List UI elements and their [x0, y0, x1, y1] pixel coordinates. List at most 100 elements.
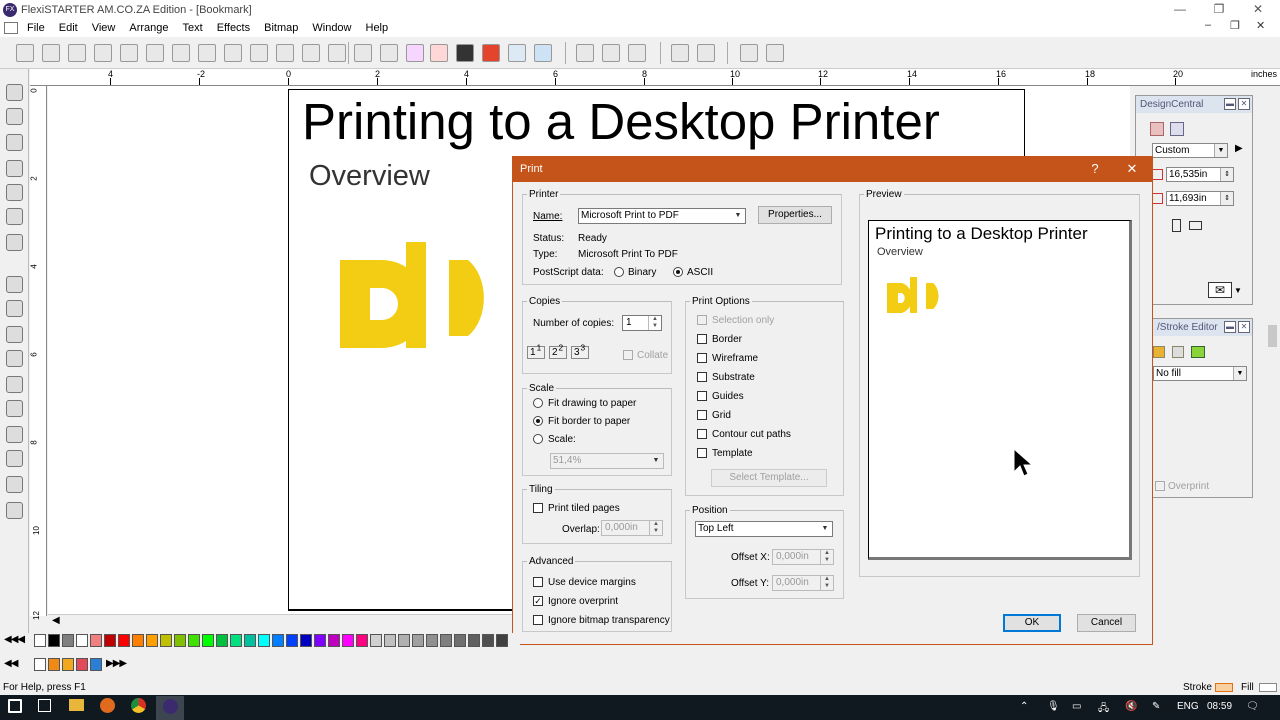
template-checkbox[interactable] [697, 448, 707, 458]
spin-arrows-icon[interactable]: ▲ ▼ [820, 576, 833, 590]
fit-border-radio[interactable] [533, 416, 543, 426]
color-swatch[interactable] [76, 634, 88, 647]
color-swatch[interactable] [202, 634, 214, 647]
shape-tool-icon[interactable] [6, 134, 23, 151]
ellipse-icon[interactable] [602, 44, 620, 62]
color-swatch[interactable] [244, 634, 256, 647]
node-tool-icon[interactable] [6, 208, 23, 225]
width-field[interactable]: 16,535in ⇕ [1166, 167, 1234, 182]
zoom-previous-icon[interactable] [6, 450, 23, 467]
collate-checkbox[interactable] [623, 350, 633, 360]
close-button[interactable]: ✕ [1238, 0, 1278, 19]
dialog-close-icon[interactable]: ✕ [1117, 156, 1147, 182]
paste-icon[interactable] [276, 44, 294, 62]
ok-button[interactable]: OK [1003, 614, 1061, 632]
color-swatch[interactable] [90, 634, 102, 647]
color-swatch[interactable] [454, 634, 466, 647]
substrate-checkbox[interactable] [697, 372, 707, 382]
fill-swatch[interactable] [1259, 683, 1277, 692]
overprint-checkbox[interactable] [1155, 481, 1165, 491]
palette-scroll-right-icon[interactable]: ▶▶▶ [106, 658, 127, 669]
pen-icon[interactable] [740, 44, 758, 62]
menu-bitmap[interactable]: Bitmap [257, 22, 305, 34]
mdi-close-button[interactable]: ✕ [1256, 19, 1265, 32]
pen-tool-icon[interactable] [6, 184, 23, 201]
menu-arrange[interactable]: Arrange [122, 22, 175, 34]
size-preset-select[interactable]: Custom ▼ [1152, 143, 1228, 158]
color-swatch[interactable] [272, 634, 284, 647]
print-tiled-checkbox[interactable] [533, 503, 543, 513]
zoom-page-icon[interactable] [6, 426, 23, 443]
crosshair-icon[interactable] [628, 44, 646, 62]
color-swatch[interactable] [48, 658, 60, 671]
color-swatch[interactable] [76, 658, 88, 671]
color-swatch[interactable] [230, 634, 242, 647]
knife-icon[interactable] [766, 44, 784, 62]
bitmap-icon[interactable] [354, 44, 372, 62]
color-swatch[interactable] [146, 634, 158, 647]
wireframe-checkbox[interactable] [697, 353, 707, 363]
notifications-icon[interactable]: 🗨 [1246, 701, 1259, 712]
color-swatch[interactable] [300, 634, 312, 647]
height-field[interactable]: 11,693in ⇕ [1166, 191, 1234, 206]
color-icon[interactable] [430, 44, 448, 62]
page-title[interactable]: Printing to a Desktop Printer [302, 92, 940, 151]
ignore-overprint-checkbox[interactable]: ✓ [533, 596, 543, 606]
cut-icon[interactable] [224, 44, 242, 62]
fit-drawing-radio[interactable] [533, 398, 543, 408]
select-template-button[interactable]: Select Template... [711, 469, 827, 487]
expand-right-icon[interactable]: ▶ [1235, 143, 1243, 154]
color-swatch[interactable] [132, 634, 144, 647]
zoom-all-icon[interactable] [6, 376, 23, 393]
spin-icon[interactable]: ⇕ [1220, 168, 1233, 181]
color-swatch[interactable] [468, 634, 480, 647]
color-swatch[interactable] [342, 634, 354, 647]
print-icon[interactable] [146, 44, 164, 62]
menu-view[interactable]: View [85, 22, 123, 34]
chrome-icon[interactable] [131, 698, 146, 713]
select-tool-icon[interactable] [6, 84, 23, 101]
zoom-out-icon[interactable] [6, 350, 23, 367]
mdi-restore-button[interactable]: ❐ [1230, 19, 1240, 32]
color-swatch[interactable] [216, 634, 228, 647]
view-tool-icon[interactable] [6, 502, 23, 519]
color-swatch[interactable] [118, 634, 130, 647]
production-icon[interactable] [198, 44, 216, 62]
panel-minimize-icon[interactable]: ▬ [1224, 321, 1236, 333]
chevron-down-icon[interactable]: ▼ [1234, 286, 1242, 295]
hand-pan-icon[interactable] [6, 476, 23, 493]
task-view-icon[interactable] [38, 699, 51, 712]
portrait-icon[interactable] [1172, 219, 1181, 232]
menu-text[interactable]: Text [176, 22, 210, 34]
properties-button[interactable]: Properties... [758, 206, 832, 224]
color-swatch[interactable] [328, 634, 340, 647]
rectangle-tool-icon[interactable] [6, 160, 23, 177]
file-explorer-icon[interactable] [69, 699, 84, 711]
menu-help[interactable]: Help [359, 22, 396, 34]
copies-input[interactable]: 1 ▲ ▼ [622, 315, 662, 331]
fill-bucket-icon[interactable] [1153, 346, 1165, 358]
color-swatch[interactable] [62, 658, 74, 671]
color-swatch[interactable] [398, 634, 410, 647]
spin-arrows-icon[interactable]: ▲ ▼ [649, 521, 662, 535]
minimize-button[interactable]: — [1160, 0, 1200, 19]
grid-checkbox[interactable] [697, 410, 707, 420]
color-swatch[interactable] [384, 634, 396, 647]
color-swatch[interactable] [496, 634, 508, 647]
panel-close-icon[interactable]: ✕ [1238, 98, 1250, 110]
network-icon[interactable]: 🖧 [1098, 701, 1109, 718]
page-subtitle[interactable]: Overview [309, 160, 430, 193]
zoom-fit-icon[interactable] [6, 326, 23, 343]
color-swatch[interactable] [314, 634, 326, 647]
color-swatch[interactable] [426, 634, 438, 647]
offset-x-input[interactable]: 0,000in ▲ ▼ [772, 549, 834, 565]
selection-only-checkbox[interactable] [697, 315, 707, 325]
menu-file[interactable]: File [20, 22, 52, 34]
document-icon[interactable] [4, 22, 18, 34]
image-icon[interactable] [380, 44, 398, 62]
ignore-bitmap-checkbox[interactable] [533, 615, 543, 625]
undo-icon[interactable] [302, 44, 320, 62]
palette-icon[interactable] [406, 44, 424, 62]
guides-checkbox[interactable] [697, 391, 707, 401]
new-file-icon[interactable] [16, 44, 34, 62]
